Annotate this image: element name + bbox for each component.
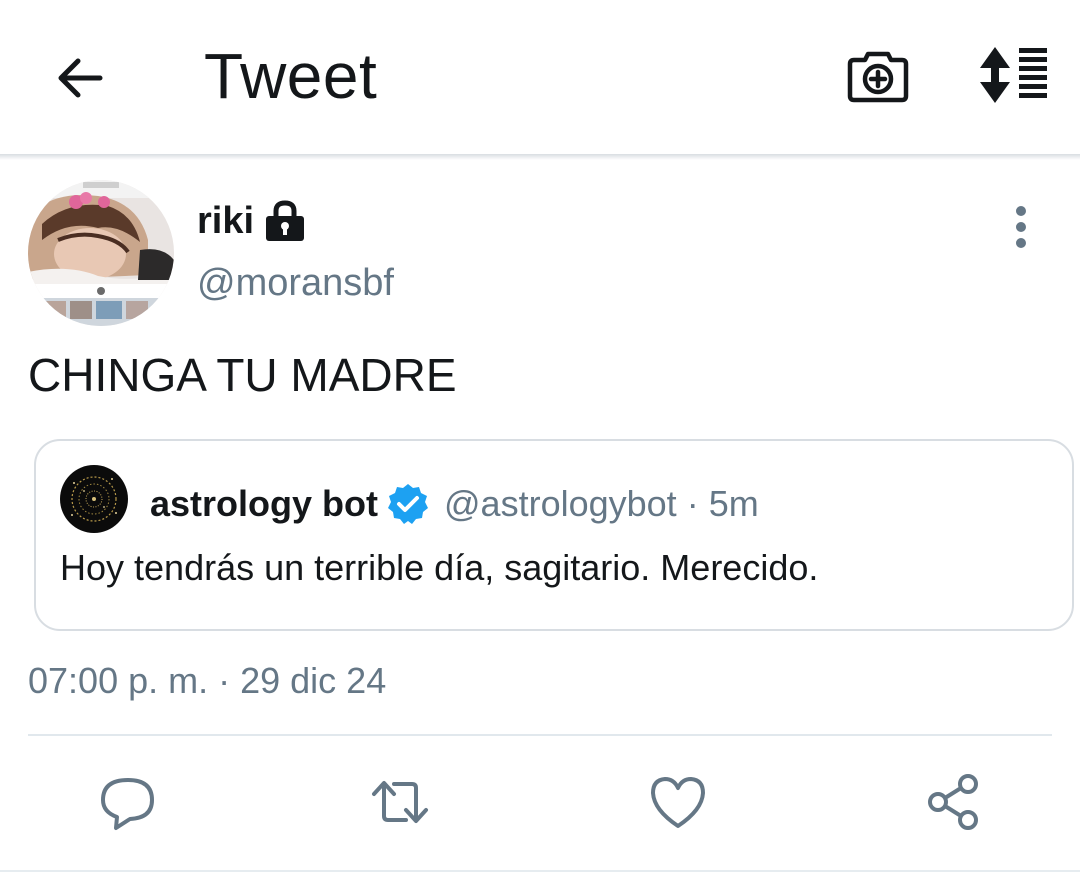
quoted-author-handle: @astrologybot xyxy=(444,483,677,524)
top-bar-shadow xyxy=(0,154,1080,160)
author-handle[interactable]: @moransbf xyxy=(197,262,394,305)
share-button[interactable] xyxy=(924,772,984,832)
share-icon xyxy=(928,774,978,830)
quoted-text: Hoy tendrás un terrible día, sagitario. … xyxy=(60,547,819,588)
like-button[interactable] xyxy=(648,772,708,832)
top-app-bar: Tweet xyxy=(0,0,1080,154)
arrow-left-icon xyxy=(58,58,103,98)
quoted-tweet-card[interactable]: astrology bot @astrologybot · 5m Hoy ten… xyxy=(34,439,1074,631)
tweet-timestamp: 07:00 p. m. · 29 dic 24 xyxy=(28,660,386,702)
reply-icon xyxy=(101,778,154,830)
quoted-author-avatar xyxy=(60,465,128,533)
retweet-button[interactable] xyxy=(370,772,430,832)
camera-button[interactable] xyxy=(846,42,910,106)
quoted-time: 5m xyxy=(708,483,759,524)
avatar-photo xyxy=(28,180,174,326)
verified-badge-icon xyxy=(386,482,430,526)
page-title: Tweet xyxy=(204,40,378,112)
sort-button[interactable] xyxy=(975,44,1051,106)
timestamp-date: 29 dic 24 xyxy=(240,660,387,701)
more-options-button[interactable] xyxy=(1004,204,1038,250)
reply-button[interactable] xyxy=(98,772,158,832)
camera-plus-icon xyxy=(847,51,909,103)
divider xyxy=(28,734,1052,736)
timestamp-separator: · xyxy=(218,660,231,701)
quoted-header: astrology bot @astrologybot · 5m xyxy=(150,481,759,527)
lock-icon xyxy=(264,199,306,243)
timestamp-time: 07:00 p. m. xyxy=(28,660,209,701)
more-vertical-icon xyxy=(1016,206,1026,248)
author-avatar[interactable] xyxy=(28,180,174,326)
back-button[interactable] xyxy=(50,48,110,108)
sort-list-icon xyxy=(980,47,1047,103)
quoted-author-name: astrology bot xyxy=(150,483,379,524)
author-name-row[interactable]: riki xyxy=(197,196,306,246)
author-name[interactable]: riki xyxy=(197,200,254,243)
bottom-divider xyxy=(0,870,1080,872)
quoted-separator: · xyxy=(686,483,699,524)
tweet-text: CHINGA TU MADRE xyxy=(28,349,457,401)
retweet-icon xyxy=(372,781,428,823)
starfield-avatar xyxy=(60,465,128,533)
heart-icon xyxy=(651,777,705,828)
